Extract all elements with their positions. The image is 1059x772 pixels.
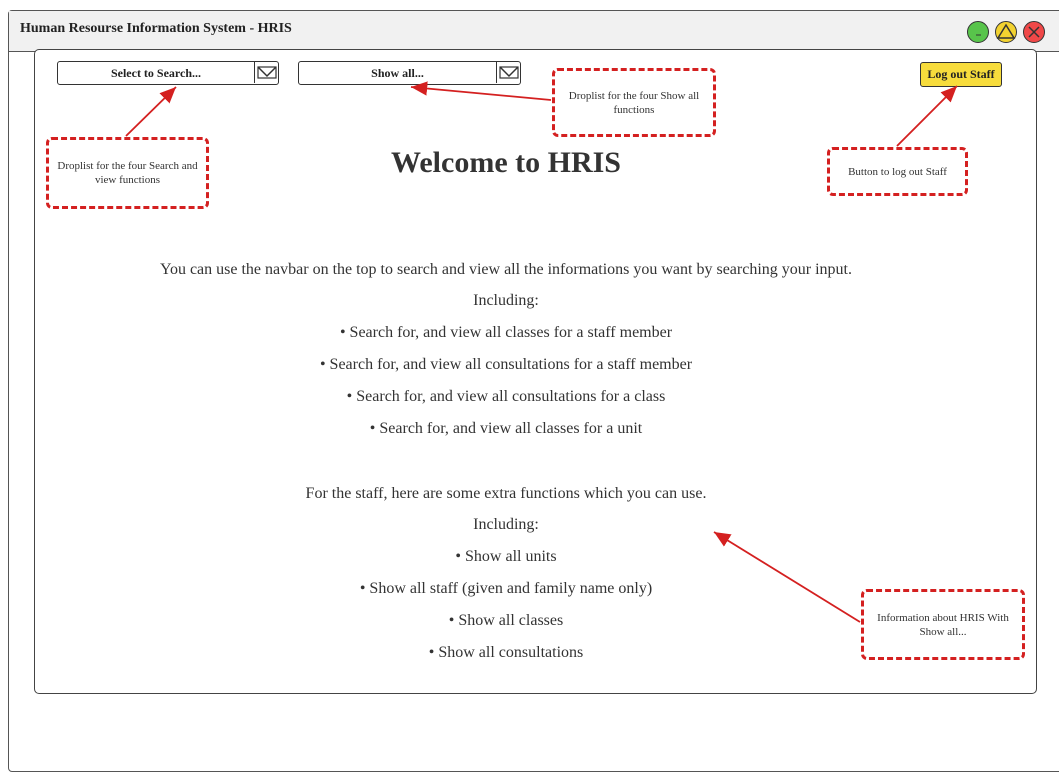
show-dropdown-label: Show all... [371,66,424,80]
show-annotation: Droplist for the four Show all functions [552,68,716,137]
list-item: • Search for, and view all classes for a… [339,324,673,341]
search-dropdown-label: Select to Search... [110,66,202,80]
chevron-down-icon [254,62,279,83]
minimize-icon [976,34,981,36]
show-all-dropdown[interactable]: Show all... [298,61,521,85]
close-button[interactable] [1023,21,1045,43]
list-item: • Show all consultations [428,644,584,661]
close-icon [1028,26,1040,38]
window-title: Human Resourse Information System - HRIS [20,21,292,36]
search-dropdown[interactable]: Select to Search... [57,61,279,85]
list-item: • Search for, and view all classes for a… [369,420,643,437]
list-item: • Search for, and view all consultations… [319,356,693,373]
logout-button[interactable]: Log out Staff [920,62,1002,87]
staff-intro-text: For the staff, here are some extra funct… [305,485,707,502]
list-item: • Show all classes [448,612,564,629]
chevron-down-icon [496,62,521,83]
title-bar: Human Resourse Information System - HRIS [9,11,1059,52]
minimize-button[interactable] [967,21,989,43]
triangle-icon [996,23,1016,39]
including-label: Including: [473,516,539,533]
list-item: • Show all staff (given and family name … [359,580,653,597]
page-title: Welcome to HRIS [391,146,621,179]
including-label: Including: [473,292,539,309]
list-item: • Show all units [455,548,557,565]
list-item: • Search for, and view all consultations… [346,388,666,405]
maximize-button[interactable] [995,21,1017,43]
intro-text: You can use the navbar on the top to sea… [160,261,852,278]
